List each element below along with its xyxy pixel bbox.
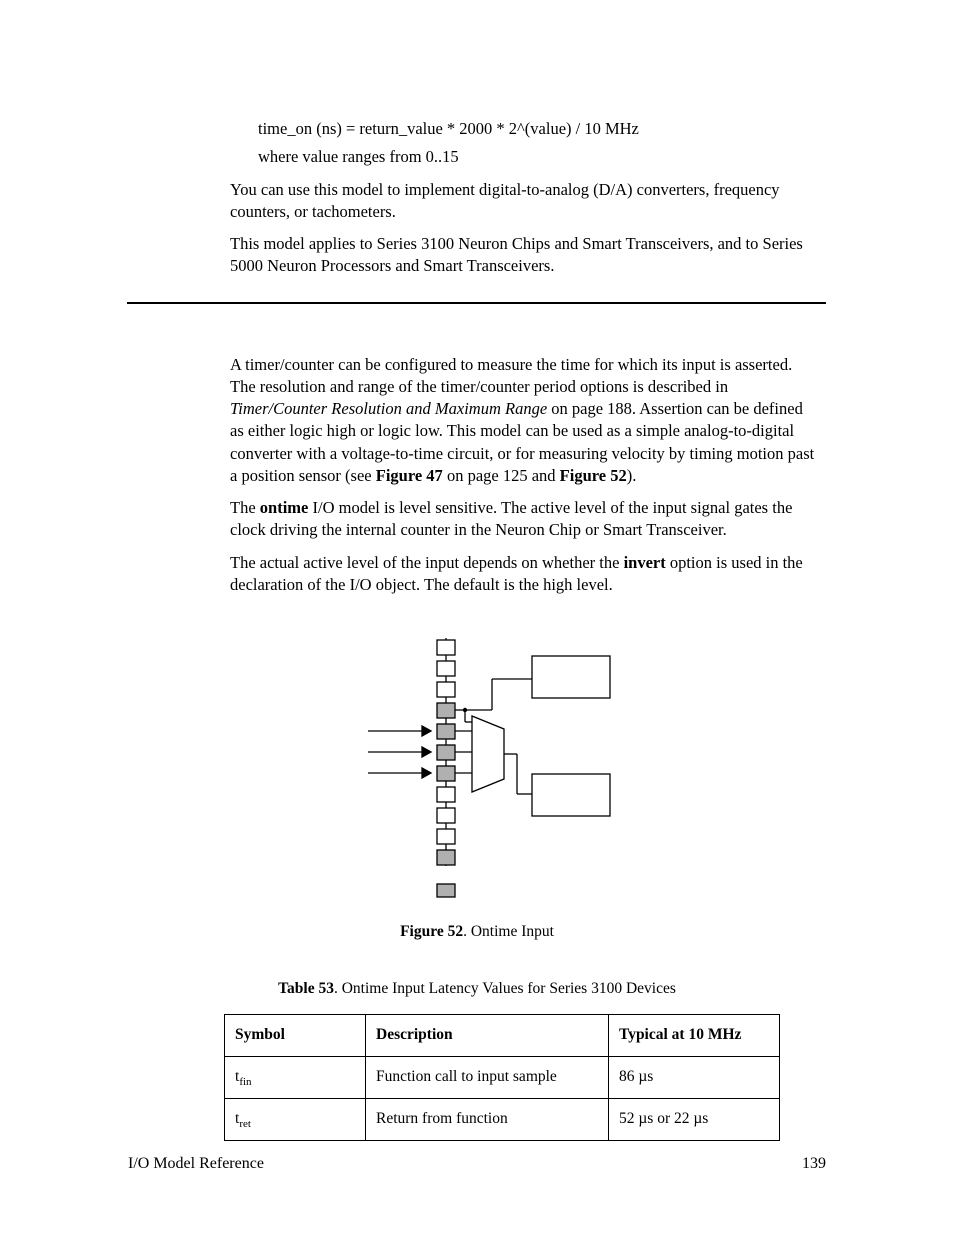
table-row: tfin Function call to input sample 86 µs: [225, 1057, 780, 1099]
figure-label: Figure 52: [400, 923, 463, 940]
top-para-1: You can use this model to implement digi…: [230, 179, 818, 224]
table-header-row: Symbol Description Typical at 10 MHz: [225, 1015, 780, 1057]
text: The: [230, 498, 260, 517]
latency-table: Symbol Description Typical at 10 MHz tfi…: [224, 1014, 780, 1141]
cell-typ: 52 µs or 22 µs: [609, 1098, 780, 1140]
table-53-caption: Table 53. Ontime Input Latency Values fo…: [128, 979, 826, 1000]
text: on page 125 and: [443, 466, 560, 485]
ref-figure-52: Figure 52: [560, 466, 627, 485]
cell-symbol: tret: [225, 1098, 366, 1140]
table-label: Table 53: [278, 980, 334, 997]
mid-para-2: The ontime I/O model is level sensitive.…: [230, 497, 818, 542]
text: I/O model is level sensitive. The active…: [230, 498, 792, 539]
ref-italic: Timer/Counter Resolution and Maximum Ran…: [230, 399, 547, 418]
top-para-2: This model applies to Series 3100 Neuron…: [230, 233, 818, 278]
term-ontime: ontime: [260, 498, 309, 517]
figure-52-diagram: [332, 634, 622, 904]
text: A timer/counter can be configured to mea…: [230, 355, 792, 396]
table-caption-text: . Ontime Input Latency Values for Series…: [334, 980, 676, 997]
cell-typ: 86 µs: [609, 1057, 780, 1099]
sym-sub: fin: [239, 1076, 251, 1088]
mid-para-3: The actual active level of the input dep…: [230, 552, 818, 597]
text: The actual active level of the input dep…: [230, 553, 624, 572]
mid-para-1: A timer/counter can be configured to mea…: [230, 354, 818, 488]
th-typical: Typical at 10 MHz: [609, 1015, 780, 1057]
formula-range: where value ranges from 0..15: [258, 146, 818, 168]
sym-sub: ret: [239, 1118, 251, 1130]
page-footer: I/O Model Reference 139: [128, 1153, 826, 1175]
ref-figure-47: Figure 47: [376, 466, 443, 485]
th-symbol: Symbol: [225, 1015, 366, 1057]
cell-desc: Function call to input sample: [366, 1057, 609, 1099]
cell-symbol: tfin: [225, 1057, 366, 1099]
text: ).: [627, 466, 637, 485]
footer-title: I/O Model Reference: [128, 1153, 264, 1175]
table-row: tret Return from function 52 µs or 22 µs: [225, 1098, 780, 1140]
cell-desc: Return from function: [366, 1098, 609, 1140]
page-number: 139: [802, 1153, 826, 1175]
th-description: Description: [366, 1015, 609, 1057]
figure-52-caption: Figure 52. Ontime Input: [128, 922, 826, 943]
figure-caption-text: . Ontime Input: [463, 923, 554, 940]
term-invert: invert: [624, 553, 666, 572]
formula-line: time_on (ns) = return_value * 2000 * 2^(…: [258, 118, 818, 140]
section-divider: [127, 302, 826, 304]
